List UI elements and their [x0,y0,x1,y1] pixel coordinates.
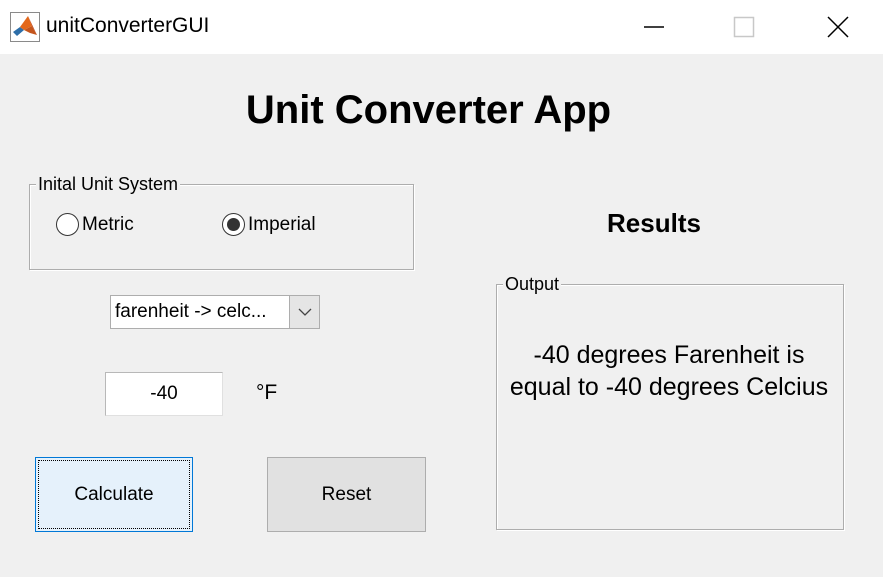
conversion-dropdown[interactable]: farenheit -> celc... [110,295,320,329]
radio-metric-circle[interactable] [56,213,79,236]
reset-button[interactable]: Reset [267,457,426,532]
radio-metric[interactable]: Metric [56,213,134,236]
close-icon [827,16,849,38]
maximize-icon [733,16,755,38]
output-group: Output [496,273,844,530]
close-button[interactable] [808,0,868,54]
window-title-bar: unitConverterGUI [0,0,883,54]
radio-selected-dot [227,218,240,231]
unit-label: °F [256,381,278,404]
minimize-icon [644,26,664,28]
radio-imperial-circle[interactable] [222,213,245,236]
unit-system-legend: Inital Unit System [36,173,181,195]
window-title: unitConverterGUI [46,14,210,37]
app-title: Unit Converter App [245,88,612,132]
calculate-button[interactable]: Calculate [35,457,193,532]
maximize-button[interactable] [714,0,774,54]
radio-metric-label: Metric [82,213,134,235]
conversion-dropdown-value: farenheit -> celc... [115,301,267,322]
chevron-down-icon [298,308,311,316]
minimize-button[interactable] [624,0,684,54]
radio-imperial[interactable]: Imperial [222,213,316,236]
results-title: Results [607,208,701,238]
matlab-logo-icon [10,12,40,42]
output-text: -40 degrees Farenheit is equal to -40 de… [509,341,829,401]
output-legend: Output [503,273,562,295]
dropdown-arrow-button[interactable] [289,296,319,328]
radio-imperial-label: Imperial [248,213,316,235]
unit-system-group: Inital Unit System Metric Imperial [29,173,414,270]
temperature-input[interactable] [105,372,223,416]
